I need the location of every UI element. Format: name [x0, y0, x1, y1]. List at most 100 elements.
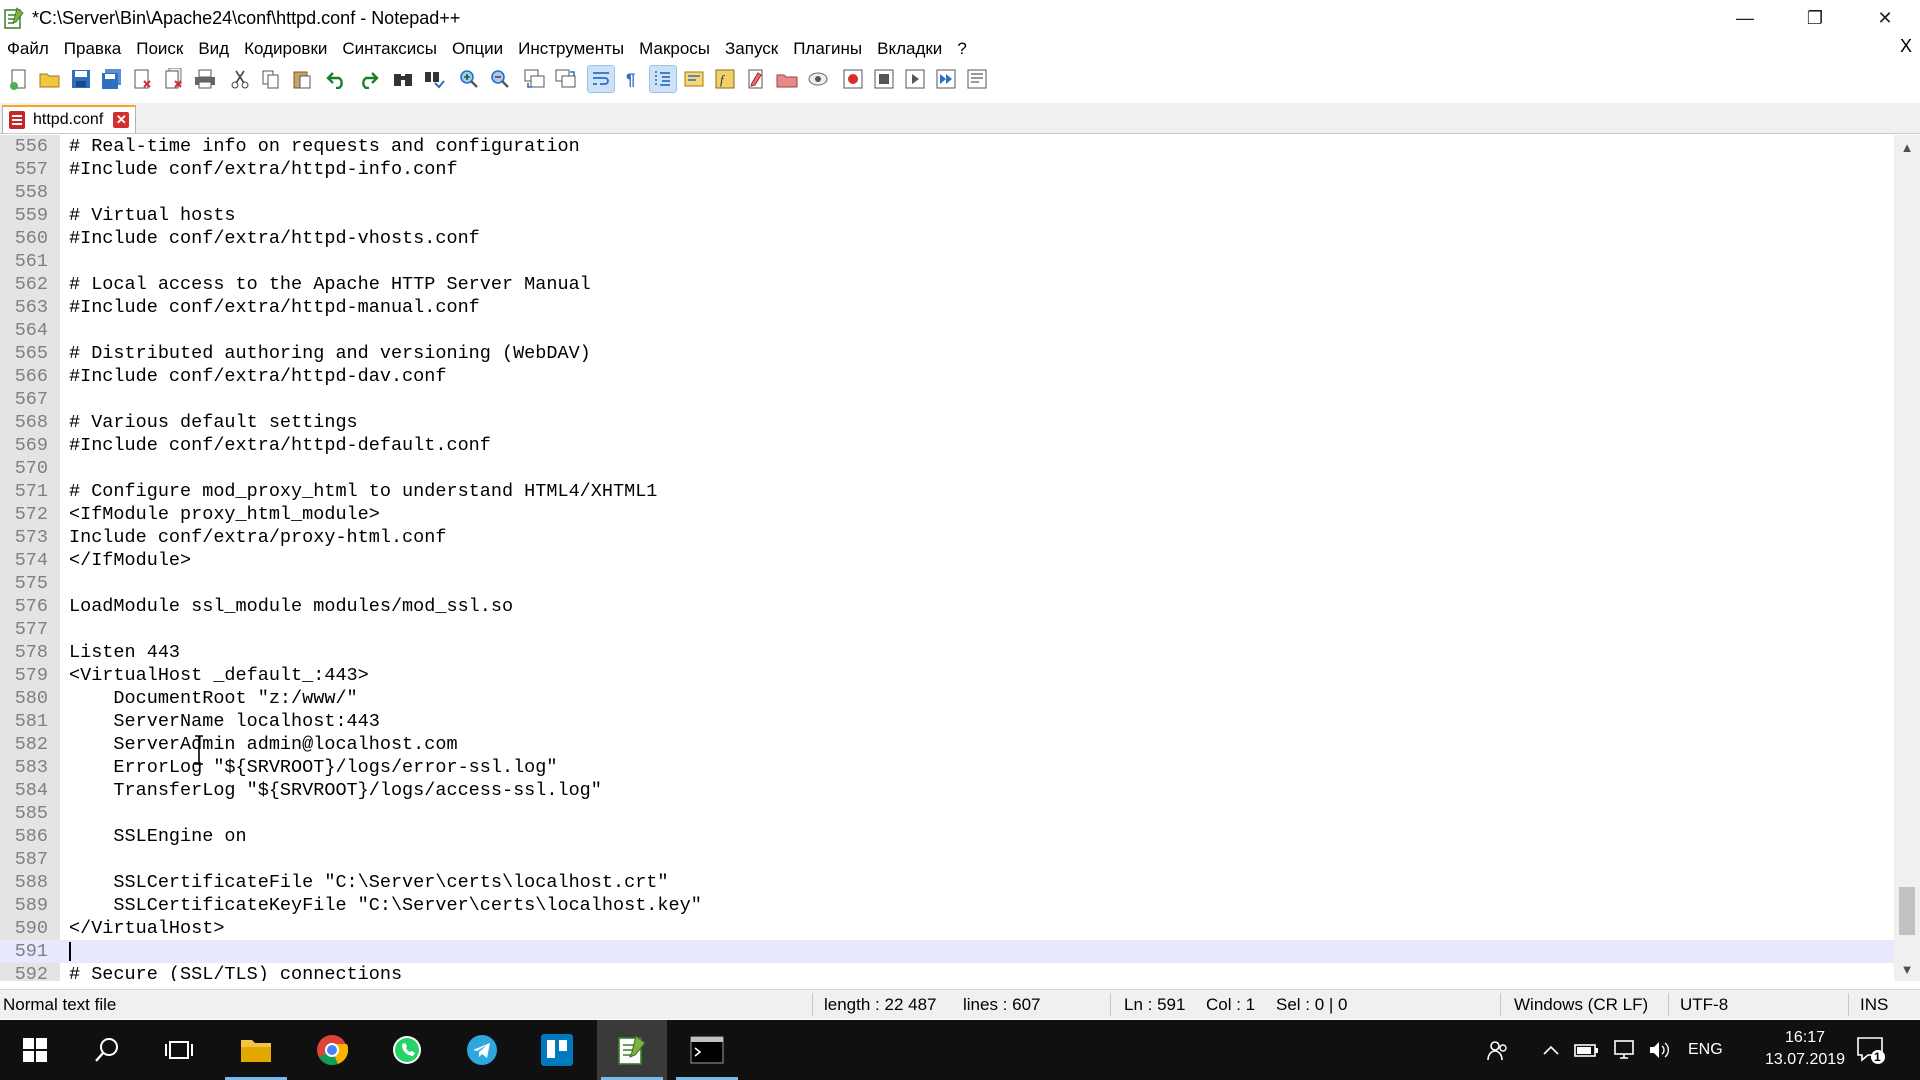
menu-settings[interactable]: Опции	[445, 39, 511, 59]
zoom-out-icon[interactable]	[487, 66, 513, 92]
menu-edit[interactable]: Правка	[57, 39, 129, 59]
sync-horizontal-icon[interactable]	[553, 66, 579, 92]
menu-language[interactable]: Синтаксисы	[335, 39, 445, 59]
people-icon[interactable]	[1486, 1020, 1510, 1080]
trello-icon[interactable]	[522, 1020, 592, 1080]
code-line[interactable]: 585	[0, 802, 1894, 825]
code-line[interactable]: 560 #Include conf/extra/httpd-vhosts.conf	[0, 227, 1894, 250]
current-line[interactable]: 591	[0, 940, 1894, 963]
battery-icon[interactable]	[1574, 1020, 1600, 1080]
monitoring-icon[interactable]	[774, 66, 800, 92]
run-macro-multiple-icon[interactable]	[933, 66, 959, 92]
close-document-button[interactable]: X	[1900, 36, 1912, 57]
code-line[interactable]: 584 TransferLog "${SRVROOT}/logs/access-…	[0, 779, 1894, 802]
redo-icon[interactable]	[355, 66, 381, 92]
preview-icon[interactable]	[805, 66, 831, 92]
folder-as-workspace-icon[interactable]	[743, 66, 769, 92]
menu-file[interactable]: Файл	[0, 39, 57, 59]
code-line[interactable]: 589 SSLCertificateKeyFile "C:\Server\cer…	[0, 894, 1894, 917]
print-icon[interactable]	[192, 66, 218, 92]
zoom-in-icon[interactable]	[456, 66, 482, 92]
network-icon[interactable]	[1612, 1020, 1636, 1080]
code-line[interactable]: 570	[0, 457, 1894, 480]
language-indicator[interactable]: ENG	[1688, 1020, 1723, 1080]
menu-help[interactable]: ?	[950, 39, 974, 59]
notifications-icon[interactable]: 1	[1856, 1020, 1886, 1080]
clock[interactable]: 16:17 13.07.2019	[1760, 1027, 1850, 1071]
code-line[interactable]: 567	[0, 388, 1894, 411]
tab-close-button[interactable]: ✕	[113, 112, 130, 128]
play-macro-icon[interactable]	[902, 66, 928, 92]
tab-httpd-conf[interactable]: httpd.conf ✕	[2, 105, 136, 133]
open-file-icon[interactable]	[37, 66, 63, 92]
code-line[interactable]: 586 SSLEngine on	[0, 825, 1894, 848]
code-line[interactable]: 559 # Virtual hosts	[0, 204, 1894, 227]
code-line[interactable]: 568 # Various default settings	[0, 411, 1894, 434]
code-line[interactable]: 564	[0, 319, 1894, 342]
menu-plugins[interactable]: Плагины	[786, 39, 870, 59]
menu-window[interactable]: Вкладки	[870, 39, 950, 59]
terminal-icon[interactable]	[672, 1020, 742, 1080]
notepadpp-taskbar-icon[interactable]	[597, 1020, 667, 1080]
chrome-icon[interactable]	[297, 1020, 367, 1080]
undo-icon[interactable]	[324, 66, 350, 92]
close-all-icon[interactable]	[161, 66, 187, 92]
close-icon[interactable]	[130, 66, 156, 92]
code-line[interactable]: 558	[0, 181, 1894, 204]
new-file-icon[interactable]	[6, 66, 32, 92]
editor[interactable]: 556 # Real-time info on requests and conf…	[0, 135, 1894, 981]
code-line[interactable]: 569 #Include conf/extra/httpd-default.con…	[0, 434, 1894, 457]
record-macro-icon[interactable]	[840, 66, 866, 92]
code-line[interactable]: 565 # Distributed authoring and versionin…	[0, 342, 1894, 365]
save-icon[interactable]	[68, 66, 94, 92]
code-line[interactable]: 575	[0, 572, 1894, 595]
doc-map-icon[interactable]	[681, 66, 707, 92]
menu-search[interactable]: Поиск	[129, 39, 191, 59]
file-explorer-icon[interactable]	[221, 1020, 291, 1080]
code-line[interactable]: 578 Listen 443	[0, 641, 1894, 664]
show-all-chars-icon[interactable]: ¶	[619, 66, 645, 92]
cut-icon[interactable]	[227, 66, 253, 92]
vertical-scrollbar[interactable]: ▲ ▼	[1894, 135, 1920, 981]
stop-record-icon[interactable]	[871, 66, 897, 92]
code-line[interactable]: 566 #Include conf/extra/httpd-dav.conf	[0, 365, 1894, 388]
code-line[interactable]: 587	[0, 848, 1894, 871]
code-line[interactable]: 583 ErrorLog "${SRVROOT}/logs/error-ssl.…	[0, 756, 1894, 779]
menu-macro[interactable]: Макросы	[632, 39, 718, 59]
copy-icon[interactable]	[258, 66, 284, 92]
chevron-up-icon[interactable]	[1542, 1020, 1560, 1080]
code-line[interactable]: 577	[0, 618, 1894, 641]
code-line[interactable]: 573 Include conf/extra/proxy-html.conf	[0, 526, 1894, 549]
volume-icon[interactable]	[1648, 1020, 1672, 1080]
paste-icon[interactable]	[289, 66, 315, 92]
code-line[interactable]: 557 #Include conf/extra/httpd-info.conf	[0, 158, 1894, 181]
code-line[interactable]: 579 <VirtualHost _default_:443>	[0, 664, 1894, 687]
code-line[interactable]: 581 ServerName localhost:443	[0, 710, 1894, 733]
search-icon[interactable]	[72, 1020, 142, 1080]
code-line[interactable]: 580 DocumentRoot "z:/www/"	[0, 687, 1894, 710]
code-line[interactable]: 592 # Secure (SSL/TLS) connections	[0, 963, 1894, 981]
code-line[interactable]: 590 </VirtualHost>	[0, 917, 1894, 940]
menu-view[interactable]: Вид	[191, 39, 237, 59]
replace-icon[interactable]	[421, 66, 447, 92]
word-wrap-icon[interactable]	[587, 65, 615, 93]
code-line[interactable]: 561	[0, 250, 1894, 273]
find-icon[interactable]	[390, 66, 416, 92]
code-line[interactable]: 588 SSLCertificateFile "C:\Server\certs\…	[0, 871, 1894, 894]
minimize-button[interactable]: —	[1710, 0, 1780, 36]
menu-tools[interactable]: Инструменты	[511, 39, 632, 59]
telegram-icon[interactable]	[447, 1020, 517, 1080]
code-line[interactable]: 574 </IfModule>	[0, 549, 1894, 572]
menu-run[interactable]: Запуск	[718, 39, 786, 59]
sync-vertical-icon[interactable]	[522, 66, 548, 92]
save-all-icon[interactable]	[99, 66, 125, 92]
function-list-icon[interactable]: f	[712, 66, 738, 92]
restore-button[interactable]: ❐	[1780, 0, 1850, 36]
code-line[interactable]: 556 # Real-time info on requests and conf…	[0, 135, 1894, 158]
task-view-icon[interactable]	[144, 1020, 214, 1080]
whatsapp-icon[interactable]	[372, 1020, 442, 1080]
save-macro-icon[interactable]	[964, 66, 990, 92]
code-line[interactable]: 582 ServerAdmin admin@localhost.com	[0, 733, 1894, 756]
code-line[interactable]: 572 <IfModule proxy_html_module>	[0, 503, 1894, 526]
code-line[interactable]: 562 # Local access to the Apache HTTP Ser…	[0, 273, 1894, 296]
